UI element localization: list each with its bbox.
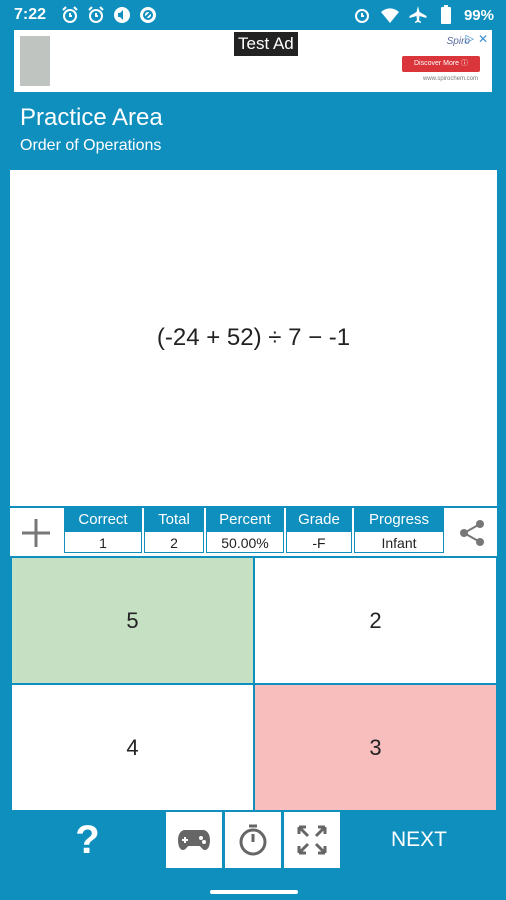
help-button[interactable]: ?: [10, 810, 165, 870]
alarm-icon: [354, 9, 369, 23]
stat-header: Correct: [64, 508, 142, 531]
stat-value: Infant: [354, 531, 444, 553]
alarm-icon: [62, 6, 78, 23]
stat-header: Progress: [354, 508, 444, 531]
answer-grid: 5 2 4 3: [10, 556, 497, 810]
stat-grade: Grade -F: [286, 508, 352, 558]
do-not-disturb-icon: [140, 7, 156, 23]
wifi-icon: [380, 8, 399, 23]
status-right-icons: 99%: [352, 5, 494, 25]
ad-url: www.spirochem.com: [422, 76, 478, 82]
app-header: Practice Area Order of Operations: [0, 92, 506, 164]
answer-option[interactable]: 3: [255, 685, 496, 810]
plus-icon: [22, 519, 50, 547]
stat-percent: Percent 50.00%: [206, 508, 284, 558]
stats-bar: Correct 1 Total 2 Percent 50.00% Grade -…: [10, 506, 497, 560]
stat-header: Grade: [286, 508, 352, 531]
stat-value: 50.00%: [206, 531, 284, 553]
airplane-icon: [409, 6, 427, 23]
timer-button[interactable]: [225, 812, 281, 868]
battery-percent: 99%: [463, 6, 494, 24]
home-gesture-handle[interactable]: [210, 890, 298, 894]
answer-option[interactable]: 2: [255, 558, 496, 683]
stat-value: 1: [64, 531, 142, 553]
page-title: Practice Area: [20, 104, 163, 131]
practice-card: (-24 + 52) ÷ 7 − -1 Correct 1 Total 2 Pe…: [10, 170, 497, 870]
gamepad-icon: [178, 830, 210, 850]
stat-value: -F: [286, 531, 352, 553]
stat-correct: Correct 1: [64, 508, 142, 558]
ad-choices-icon[interactable]: ▷: [466, 32, 474, 45]
ad-cta-button[interactable]: Discover More ⓘ: [402, 56, 480, 72]
battery-icon: [440, 5, 451, 24]
answer-option[interactable]: 4: [12, 685, 253, 810]
stat-progress: Progress Infant: [354, 508, 444, 558]
page-subtitle: Order of Operations: [20, 137, 162, 154]
status-bar: 7:22 99%: [0, 0, 506, 30]
navigation-bar: [0, 870, 506, 900]
stat-header: Total: [144, 508, 204, 531]
answer-option[interactable]: 5: [12, 558, 253, 683]
bottom-toolbar: ? NEXT: [10, 810, 497, 870]
add-button[interactable]: [10, 508, 62, 558]
share-button[interactable]: [447, 508, 497, 558]
stat-total: Total 2: [144, 508, 204, 558]
status-time: 7:22: [14, 6, 47, 23]
stat-value: 2: [144, 531, 204, 553]
ad-thumbnail[interactable]: [20, 36, 50, 86]
alarm-icon: [88, 6, 104, 23]
game-mode-button[interactable]: [166, 812, 222, 868]
ad-label: Test Ad: [234, 32, 298, 56]
timer-icon: [239, 824, 267, 856]
volume-icon: [114, 7, 130, 23]
ad-banner[interactable]: Test Ad Spiro ▷ ✕ Discover More ⓘ www.sp…: [14, 30, 492, 92]
status-left-icons: [60, 5, 158, 25]
next-button[interactable]: NEXT: [341, 810, 497, 870]
share-icon: [460, 520, 484, 546]
fullscreen-icon: [297, 825, 327, 855]
fullscreen-button[interactable]: [284, 812, 340, 868]
stat-header: Percent: [206, 508, 284, 531]
ad-close-icon[interactable]: ✕: [476, 32, 490, 46]
problem-expression: (-24 + 52) ÷ 7 − -1: [156, 324, 351, 351]
